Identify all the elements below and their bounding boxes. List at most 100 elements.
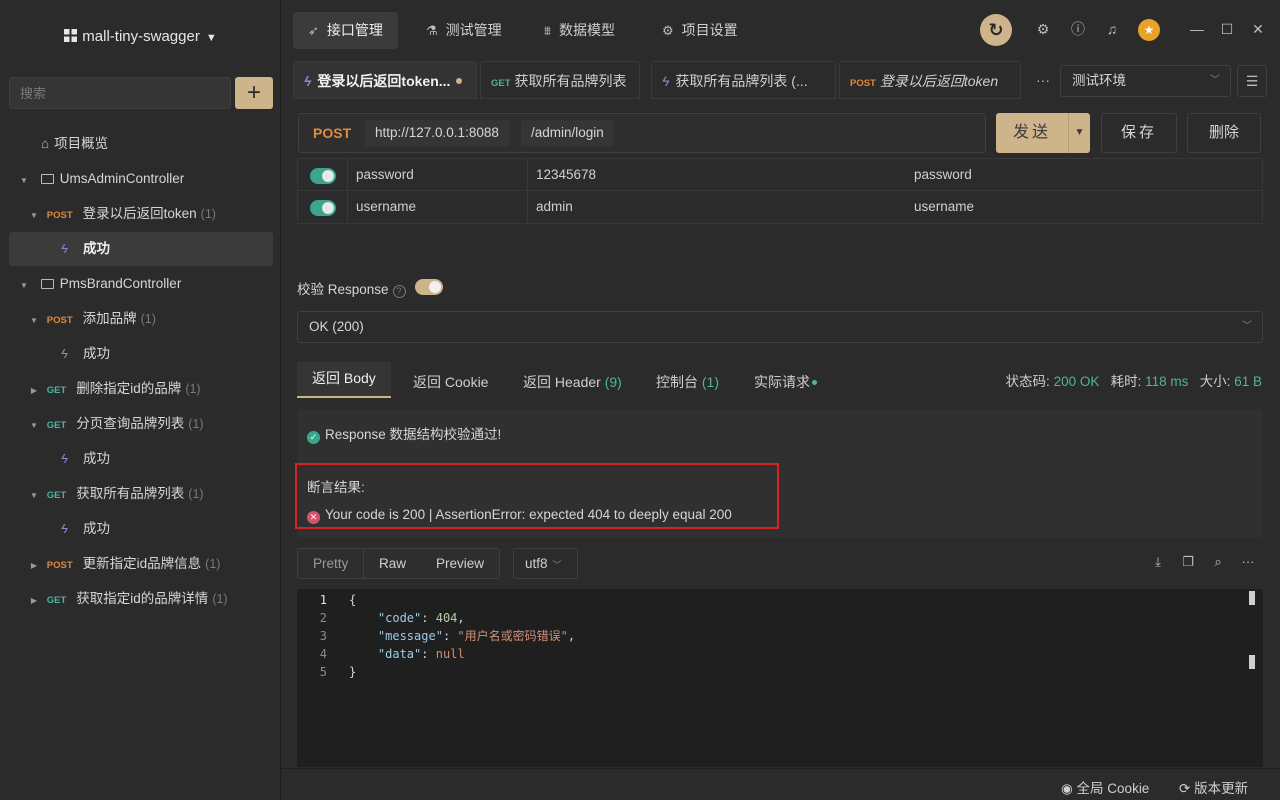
sidebar-case-all-brand-success[interactable]: ϟ 成功 bbox=[9, 512, 273, 546]
chevron-down-icon: ▼ bbox=[30, 211, 38, 220]
response-time: 118 ms bbox=[1145, 374, 1189, 389]
copy-icon[interactable]: ❐ bbox=[1180, 554, 1196, 570]
assertion-error: ✕ Your code is 200 | AssertionError: expe… bbox=[307, 507, 732, 524]
param-name[interactable]: username bbox=[347, 191, 527, 223]
minimize-icon[interactable]: — bbox=[1188, 20, 1206, 38]
flask-icon: ⚗ bbox=[426, 23, 438, 38]
param-enabled-toggle[interactable] bbox=[310, 168, 336, 184]
rocket-icon: ➶ bbox=[308, 23, 319, 38]
search-input[interactable] bbox=[9, 77, 231, 109]
method-badge: POST bbox=[46, 210, 73, 221]
chevron-down-icon: ▼ bbox=[30, 421, 38, 430]
save-button[interactable]: 保存 bbox=[1101, 113, 1177, 153]
param-value[interactable]: admin bbox=[527, 191, 906, 223]
tab-response-cookie[interactable]: 返回 Cookie bbox=[413, 366, 488, 402]
send-button[interactable]: 发送 ▼ bbox=[996, 113, 1090, 153]
chevron-down-icon: ﹀ bbox=[1210, 75, 1220, 86]
tab-response-header[interactable]: 返回 Header (9) bbox=[523, 366, 622, 402]
param-row: username admin username bbox=[297, 191, 1263, 224]
environment-select[interactable]: 测试环境 ﹀ bbox=[1060, 65, 1231, 97]
chevron-down-icon: ▼ bbox=[30, 491, 38, 500]
sidebar-api-login[interactable]: ▼ POST 登录以后返回token (1) bbox=[9, 197, 273, 231]
sidebar-folder-umsadmin[interactable]: ▼ UmsAdminController bbox=[9, 162, 273, 196]
chevron-down-icon[interactable]: ▼ bbox=[1068, 113, 1090, 153]
update-icon: ⟳ bbox=[1179, 781, 1191, 796]
sidebar-api-add-brand[interactable]: ▼ POST 添加品牌 (1) bbox=[9, 302, 273, 336]
tab-test-management[interactable]: ⚗ 测试管理 bbox=[411, 12, 517, 49]
scrollbar[interactable] bbox=[1249, 591, 1255, 605]
sidebar-case-add-brand-success[interactable]: ϟ 成功 bbox=[9, 337, 273, 371]
tab-response-body[interactable]: 返回 Body bbox=[297, 362, 391, 398]
home-icon: ⌂ bbox=[41, 136, 50, 151]
sidebar-api-all-brand[interactable]: ▼ GET 获取所有品牌列表 (1) bbox=[9, 477, 273, 511]
project-switcher[interactable]: mall-tiny-swagger ▼ bbox=[0, 28, 281, 45]
tab-data-model[interactable]: ⩩ 数据模型 bbox=[529, 12, 630, 49]
request-tab[interactable]: GET 获取所有品牌列表 bbox=[480, 61, 640, 99]
global-cookie-button[interactable]: ◉ 全局 Cookie bbox=[1061, 777, 1149, 797]
assertion-title: 断言结果: bbox=[307, 480, 365, 495]
code-line: 4 "data": null bbox=[319, 647, 465, 661]
avatar[interactable]: ★ bbox=[1138, 19, 1160, 41]
tab-api-management[interactable]: ➶ 接口管理 bbox=[293, 12, 398, 49]
url-bar[interactable]: POST http://127.0.0.1:8088 /admin/login bbox=[298, 113, 986, 153]
project-name: mall-tiny-swagger bbox=[82, 28, 200, 45]
settings-icon[interactable]: ⚙ bbox=[1034, 20, 1052, 38]
tab-actual-request[interactable]: 实际请求 bbox=[754, 366, 817, 402]
more-icon[interactable]: ··· bbox=[1240, 554, 1256, 570]
sidebar-api-update-brand[interactable]: ▶ POST 更新指定id品牌信息 (1) bbox=[9, 547, 273, 581]
help-icon[interactable]: ? bbox=[392, 285, 406, 298]
response-status-select[interactable]: OK (200) ﹀ bbox=[297, 311, 1263, 343]
request-tab[interactable]: ϟ 登录以后返回token... bbox=[293, 61, 477, 99]
search-icon[interactable]: ⌕ bbox=[1210, 554, 1226, 570]
refresh-icon: ↻ bbox=[988, 20, 1004, 40]
param-description[interactable]: password bbox=[906, 159, 1262, 191]
tab-console[interactable]: 控制台 (1) bbox=[656, 366, 719, 402]
view-raw-button[interactable]: Raw bbox=[364, 548, 423, 579]
param-value[interactable]: 12345678 bbox=[527, 159, 906, 191]
method-select[interactable]: POST bbox=[313, 114, 351, 152]
chevron-down-icon: ﹀ bbox=[1242, 321, 1252, 332]
download-icon[interactable]: ⤓ bbox=[1150, 554, 1166, 570]
more-tabs-icon[interactable]: ··· bbox=[1036, 72, 1050, 88]
sidebar-folder-pmsbrand[interactable]: ▼ PmsBrandController bbox=[9, 267, 273, 301]
update-button[interactable]: ⟳ 版本更新 bbox=[1179, 777, 1248, 797]
encoding-select[interactable]: utf8 ﹀ bbox=[513, 548, 578, 579]
sidebar-case-list-brand-success[interactable]: ϟ 成功 bbox=[9, 442, 273, 476]
sidebar-case-login-success[interactable]: ϟ 成功 bbox=[9, 232, 273, 266]
bolt-icon: ϟ bbox=[662, 73, 670, 89]
param-enabled-toggle[interactable] bbox=[310, 200, 336, 216]
param-description[interactable]: username bbox=[906, 191, 1262, 223]
view-preview-button[interactable]: Preview bbox=[421, 548, 501, 579]
add-button[interactable]: + bbox=[235, 77, 273, 109]
response-body-editor[interactable]: 1{ 2 "code": 404, 3 "message": "用户名或密码错误… bbox=[297, 589, 1263, 767]
help-icon[interactable]: ⓘ bbox=[1069, 20, 1087, 38]
top-nav: ➶ 接口管理 ⚗ 测试管理 ⩩ 数据模型 ⚙ 项目设置 ↻ ⚙ ⓘ ♫ ★ — ☐ ✕ bbox=[281, 0, 1280, 60]
bell-icon[interactable]: ♫ bbox=[1103, 20, 1121, 38]
sidebar-api-list-brand[interactable]: ▼ GET 分页查询品牌列表 (1) bbox=[9, 407, 273, 441]
sync-button[interactable]: ↻ bbox=[980, 14, 1012, 46]
tab-project-settings[interactable]: ⚙ 项目设置 bbox=[647, 12, 753, 49]
folder-icon bbox=[40, 279, 54, 289]
method-badge: POST bbox=[46, 560, 73, 571]
param-name[interactable]: password bbox=[347, 159, 527, 191]
response-meta: 状态码: 200 OK 耗时: 118 ms 大小: 61 B bbox=[1005, 374, 1262, 389]
request-tab[interactable]: POST 登录以后返回token bbox=[839, 61, 1021, 99]
url-path-input[interactable]: /admin/login bbox=[521, 120, 614, 146]
close-icon[interactable]: ✕ bbox=[1249, 20, 1267, 38]
list-button[interactable]: ☰ bbox=[1237, 65, 1267, 97]
sidebar-api-brand-detail[interactable]: ▶ GET 获取指定id的品牌详情 (1) bbox=[9, 582, 273, 616]
code-line: 3 "message": "用户名或密码错误", bbox=[319, 629, 576, 643]
view-pretty-button[interactable]: Pretty bbox=[297, 548, 365, 579]
sidebar-item-overview[interactable]: ⌂ 项目概览 bbox=[9, 127, 273, 161]
validate-response-toggle[interactable] bbox=[415, 279, 443, 295]
chevron-down-icon: ▼ bbox=[30, 316, 38, 325]
chevron-down-icon: ▼ bbox=[20, 176, 28, 185]
url-host[interactable]: http://127.0.0.1:8088 bbox=[365, 120, 509, 146]
sidebar: mall-tiny-swagger ▼ + ⌂项目概览 ▼ UmsAdminCon… bbox=[0, 0, 281, 800]
delete-button[interactable]: 删除 bbox=[1187, 113, 1261, 153]
code-line: 1{ bbox=[319, 593, 357, 607]
sidebar-api-delete-brand[interactable]: ▶ GET 删除指定id的品牌 (1) bbox=[9, 372, 273, 406]
scrollbar[interactable] bbox=[1249, 655, 1255, 669]
request-tab[interactable]: ϟ 获取所有品牌列表 (... bbox=[651, 61, 836, 99]
maximize-icon[interactable]: ☐ bbox=[1218, 20, 1236, 38]
